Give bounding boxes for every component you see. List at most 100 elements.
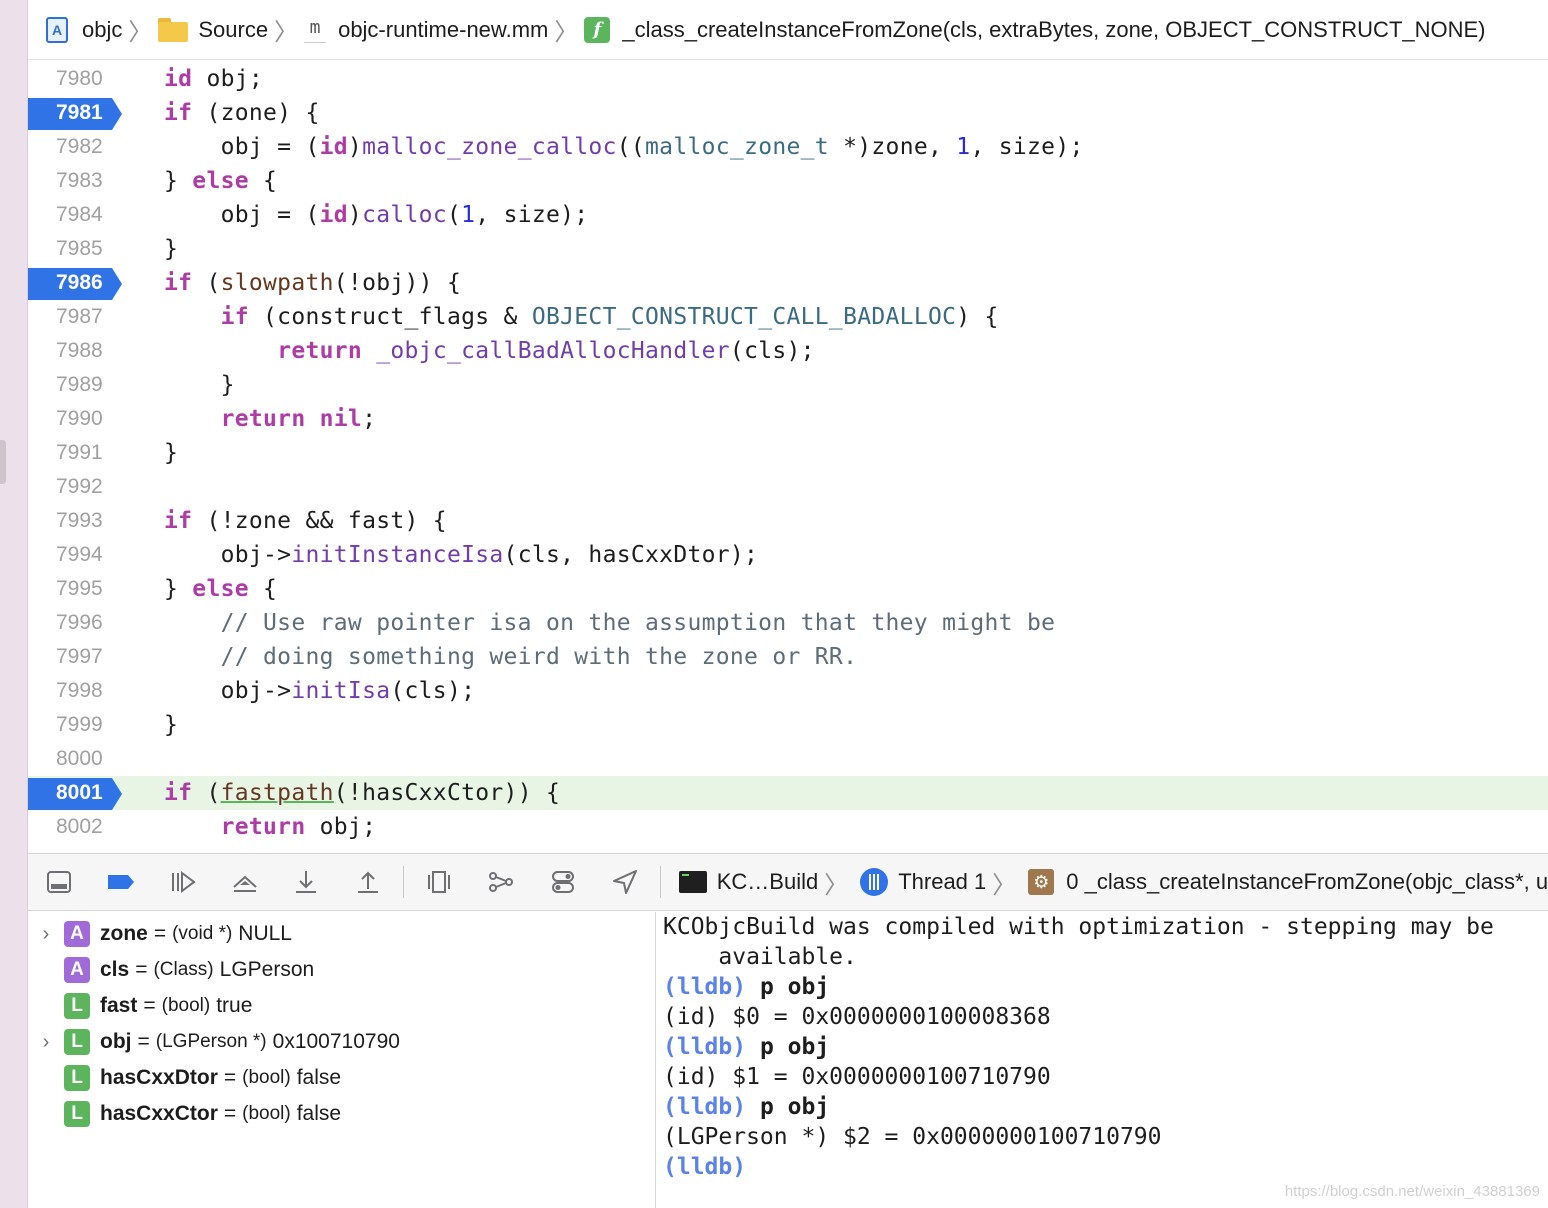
line-number[interactable]: 7990 [28,404,130,434]
code-line[interactable]: 7992 [28,470,1548,504]
code-line[interactable]: 7995} else { [28,572,1548,606]
variable-row-zone[interactable]: › Azone = (void *) NULL [28,916,655,952]
console-command-line: (lldb) p obj [663,972,1548,1002]
line-number[interactable]: 7995 [28,574,130,604]
memory-graph-button[interactable] [470,854,532,910]
code-line[interactable]: 7980 id obj; [28,62,1548,96]
line-number[interactable]: 7984 [28,200,130,230]
line-number[interactable]: 7998 [28,676,130,706]
line-number[interactable]: 7992 [28,472,130,502]
line-number[interactable]: 7997 [28,642,130,672]
line-number[interactable]: 7986 [28,268,130,300]
chevron-right-icon: 〉 [274,19,299,46]
code-line[interactable]: 7989 } [28,368,1548,402]
code-editor[interactable]: 7980 id obj; 7981 if (zone) {7982 obj = (id… [28,62,1548,852]
variable-row-fast[interactable]: Lfast = (bool) true [28,988,655,1024]
line-number-label: 7995 [56,577,103,600]
line-number-label: 7987 [56,305,103,328]
line-number[interactable]: 7985 [28,234,130,264]
variable-row-hasCxxDtor[interactable]: LhasCxxDtor = (bool) false [28,1060,655,1096]
line-number[interactable]: 7988 [28,336,130,366]
memory-graph-icon [489,872,514,892]
folder-icon [158,17,189,42]
line-number[interactable]: 7993 [28,506,130,536]
variable-row-obj[interactable]: › Lobj = (LGPerson *) 0x100710790 [28,1024,655,1060]
code-line[interactable]: 7994 obj->initInstanceIsa(cls, hasCxxDto… [28,538,1548,572]
step-out-button[interactable] [337,854,399,910]
line-number[interactable]: 7991 [28,438,130,468]
code-line[interactable]: 7983} else { [28,164,1548,198]
line-number[interactable]: 7982 [28,132,130,162]
process-selector[interactable]: KC…Build [665,869,818,895]
code-line[interactable]: 7998 obj->initIsa(cls); [28,674,1548,708]
debug-area-icon [46,871,71,893]
code-line[interactable]: 7981 if (zone) { [28,96,1548,130]
chevron-right-icon[interactable]: › [28,1031,64,1054]
line-number[interactable]: 8002 [28,812,130,842]
environment-overrides-button[interactable] [532,854,594,910]
view-hierarchy-button[interactable] [408,854,470,910]
line-number[interactable]: 8001 [28,778,130,810]
divider [403,866,405,898]
equals-sign: = [137,1030,150,1053]
line-number[interactable]: 7989 [28,370,130,400]
code-line[interactable]: 8002 return obj; [28,810,1548,844]
variable-type: (void *) [172,923,233,944]
lldb-prompt: (lldb) [663,974,747,1000]
variable-row-hasCxxCtor[interactable]: LhasCxxCtor = (bool) false [28,1096,655,1132]
watermark: https://blog.csdn.net/weixin_43881369 [1284,1183,1540,1200]
function-icon: f [584,16,611,43]
variable-type: (Class) [153,959,214,980]
line-number[interactable]: 7983 [28,166,130,196]
code-line[interactable]: 7985} [28,232,1548,266]
line-number[interactable]: 7999 [28,710,130,740]
chevron-right-icon[interactable]: › [28,923,64,946]
step-over-button[interactable] [214,854,276,910]
line-number[interactable]: 7987 [28,302,130,332]
line-number[interactable]: 7980 [28,64,130,94]
code-line[interactable]: 7987 if (construct_flags & OBJECT_CONSTR… [28,300,1548,334]
code-line[interactable]: 7982 obj = (id)malloc_zone_calloc((mallo… [28,130,1548,164]
variables-view[interactable]: › Azone = (void *) NULL Acls = (Class) LGPerson L… [28,912,656,1208]
simulate-location-button[interactable] [594,854,656,910]
step-into-button[interactable] [276,854,338,910]
project-icon: A [46,16,68,43]
code-line[interactable]: 7988 return _objc_callBadAllocHandler(cl… [28,334,1548,368]
current-code-line[interactable]: 8001 if (fastpath(!hasCxxCtor)) { [28,776,1548,810]
thread-selector[interactable]: Thread 1 [854,868,986,896]
line-number[interactable]: 7994 [28,540,130,570]
navigator-edge [0,0,28,1208]
continue-button[interactable] [152,854,214,910]
line-number[interactable]: 8000 [28,744,130,774]
code-line[interactable]: 7996 // Use raw pointer isa on the assum… [28,606,1548,640]
line-number-label: 7982 [56,135,103,158]
chevron-right-icon: 〉 [824,871,849,899]
code-line[interactable]: 7986 if (slowpath(!obj)) { [28,266,1548,300]
variable-row-cls[interactable]: Acls = (Class) LGPerson [28,952,655,988]
line-number-label: 7993 [56,509,103,532]
lldb-prompt: (lldb) [663,1094,747,1120]
breadcrumb-file-label: objc-runtime-new.mm [338,16,549,42]
breadcrumb-function[interactable]: f _class_createInstanceFromZone(cls, ext… [584,16,1486,43]
code-line[interactable]: 7999} [28,708,1548,742]
lldb-console[interactable]: KCObjcBuild was compiled with optimizati… [657,912,1548,1208]
code-line[interactable]: 7993 if (!zone && fast) { [28,504,1548,538]
breadcrumb-folder[interactable]: Source [158,17,268,43]
code-text: if (slowpath(!obj)) { [164,270,462,296]
frame-selector[interactable]: ⚙ 0 _class_createInstanceFromZone(objc_c… [1022,869,1548,895]
code-line[interactable]: 7991} [28,436,1548,470]
variable-type: (bool) [242,1103,291,1124]
hide-debug-area-button[interactable] [28,854,90,910]
code-line[interactable]: 8000 [28,742,1548,776]
console-input-line[interactable]: (lldb) [663,1152,1548,1182]
resize-grip[interactable] [0,440,6,484]
line-number[interactable]: 7981 [28,98,130,130]
code-line[interactable]: 7984 obj = (id)calloc(1, size); [28,198,1548,232]
toggle-breakpoints-button[interactable] [90,854,152,910]
code-line[interactable]: 7997 // doing something weird with the z… [28,640,1548,674]
code-line[interactable]: 7990 return nil; [28,402,1548,436]
step-out-icon [358,871,379,893]
breadcrumb-project[interactable]: A objc [46,16,122,43]
line-number[interactable]: 7996 [28,608,130,638]
breadcrumb-file[interactable]: m objc-runtime-new.mm [304,17,548,43]
